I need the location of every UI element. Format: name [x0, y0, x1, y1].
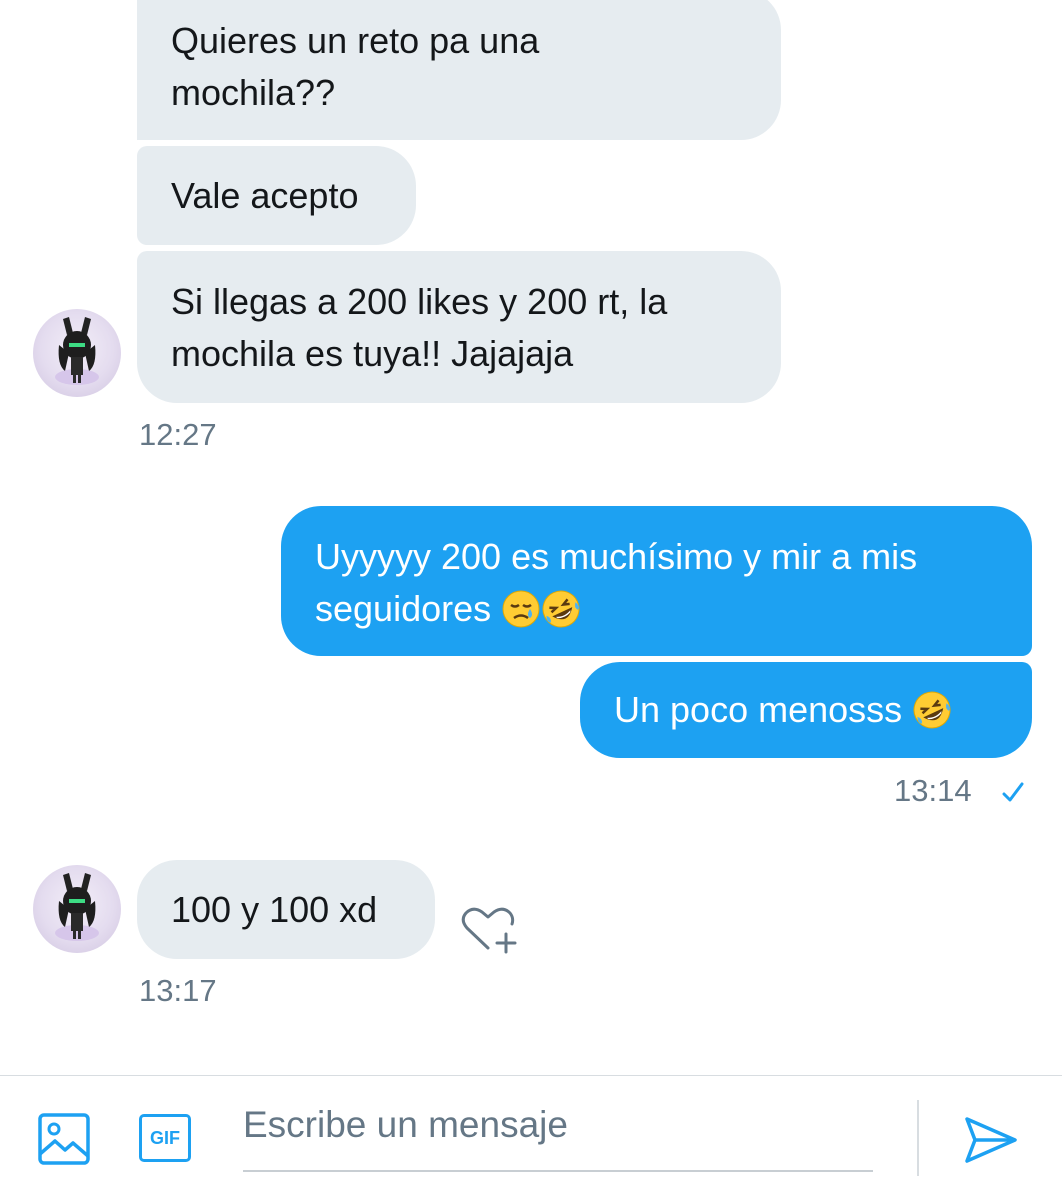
send-icon[interactable]	[962, 1114, 1020, 1166]
avatar-image	[55, 317, 99, 385]
rolling-laughing-face-icon	[542, 590, 580, 628]
message-line: Si llegas a 200 likes y 200 rt, la	[171, 281, 668, 322]
avatar[interactable]	[33, 309, 121, 397]
message-composer: GIF Escribe un mensaje	[0, 1075, 1062, 1201]
divider	[917, 1100, 919, 1176]
message-input[interactable]: Escribe un mensaje	[243, 1104, 873, 1172]
incoming-message[interactable]: Quieres un reto pa una mochila??	[137, 0, 781, 140]
message-line: mochila es tuya!! Jajajaja	[171, 333, 574, 374]
message-timestamp: 12:27	[139, 417, 217, 452]
incoming-message[interactable]: Si llegas a 200 likes y 200 rt, la mochi…	[137, 251, 781, 403]
incoming-message[interactable]: Vale acepto	[137, 146, 416, 245]
outgoing-message[interactable]: Un poco menosss	[580, 662, 1032, 758]
add-reaction-heart-icon[interactable]	[458, 902, 522, 958]
message-timestamp: 13:14	[894, 773, 972, 808]
message-line: Vale acepto	[171, 175, 359, 216]
message-line: Un poco menosss	[614, 689, 903, 730]
rolling-laughing-face-icon	[913, 691, 951, 729]
message-line: mochila??	[171, 72, 336, 113]
avatar-image	[55, 873, 99, 941]
gif-button[interactable]: GIF	[139, 1114, 191, 1162]
image-icon[interactable]	[37, 1112, 91, 1166]
message-line: Uyyyyy 200 es muchísimo y mir a mis	[315, 536, 918, 577]
message-line: seguidores	[315, 588, 492, 629]
incoming-message[interactable]: 100 y 100 xd	[137, 860, 435, 959]
check-icon	[1002, 782, 1024, 802]
outgoing-message[interactable]: Uyyyyy 200 es muchísimo y mir a mis segu…	[281, 506, 1032, 656]
avatar[interactable]	[33, 865, 121, 953]
sleepy-face-icon	[502, 590, 540, 628]
message-timestamp: 13:17	[139, 973, 217, 1008]
message-line: 100 y 100 xd	[171, 889, 378, 930]
message-line: Quieres un reto pa una	[171, 20, 540, 61]
